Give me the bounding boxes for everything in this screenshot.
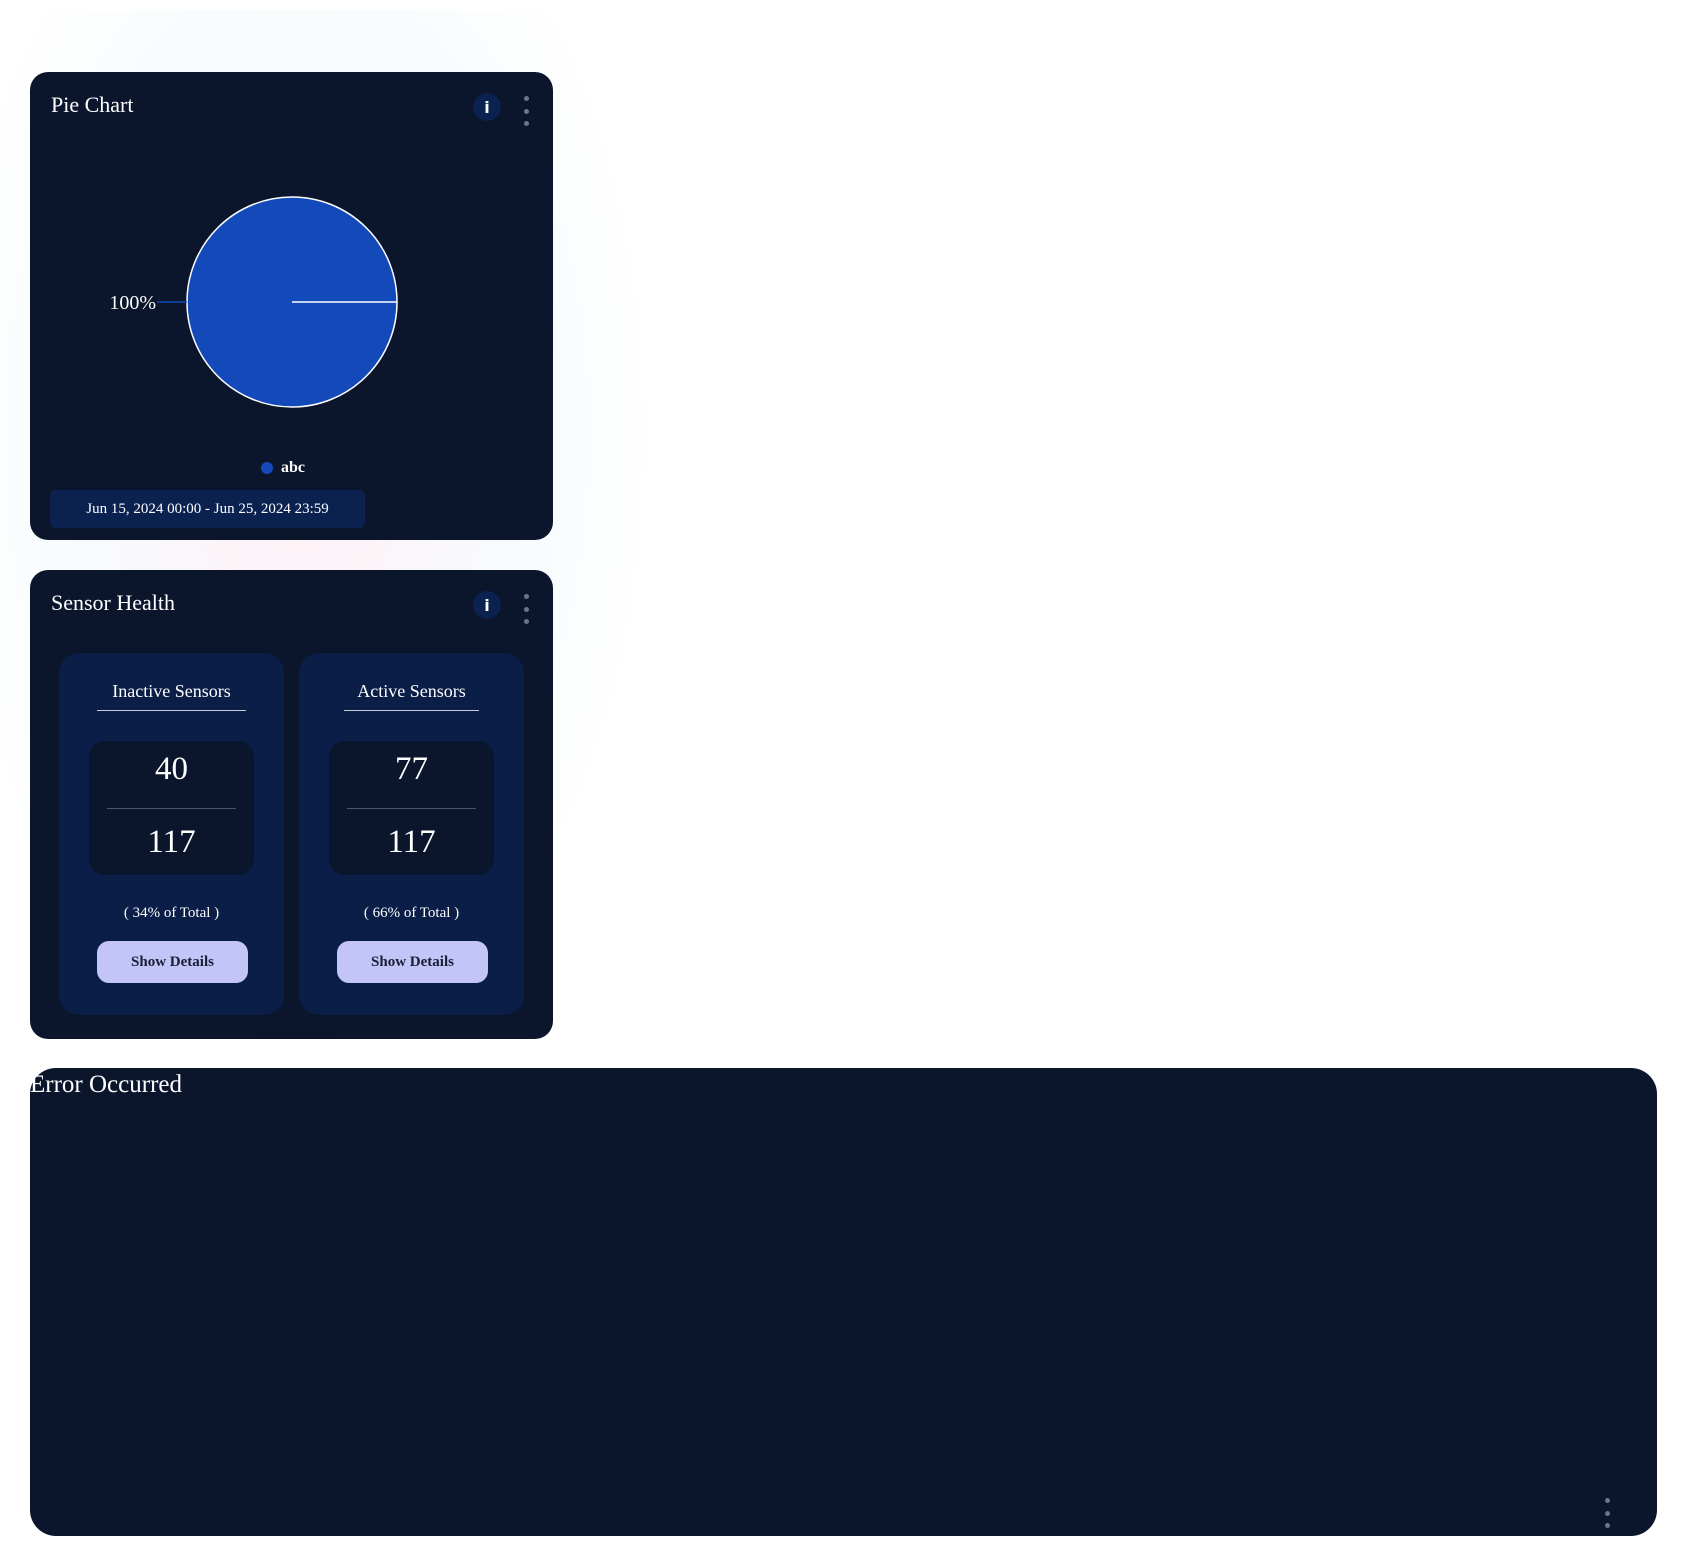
sensor-total: 117: [147, 824, 196, 860]
error-card: Error Occurred: [30, 1068, 1657, 1536]
fraction-divider: [347, 808, 476, 809]
inactive-sensors-panel: Inactive Sensors 40 117 ( 34% of Total )…: [59, 653, 284, 1015]
count-box: 40 117: [89, 741, 254, 875]
pie-chart: 100%: [109, 196, 398, 408]
pie-chart-card: Pie Chart i 100% abc Jun 15, 2024 00:00 …: [30, 72, 553, 540]
pie-data-label: 100%: [109, 292, 156, 314]
panel-title: Inactive Sensors: [112, 681, 231, 701]
sensor-health-card: Sensor Health i Inactive Sensors 40 117 …: [30, 570, 553, 1039]
show-details-button[interactable]: Show Details: [337, 941, 488, 983]
sensor-count: 40: [155, 751, 188, 787]
card-title: Sensor Health: [51, 590, 176, 615]
active-sensors-panel: Active Sensors 77 117 ( 66% of Total ) S…: [299, 653, 524, 1015]
panel-title-underline: [97, 710, 246, 711]
sensor-count: 77: [395, 751, 428, 787]
fraction-divider: [107, 808, 236, 809]
legend-label: abc: [281, 459, 305, 476]
kebab-menu-icon[interactable]: [1602, 1498, 1612, 1528]
kebab-menu-icon[interactable]: [521, 594, 531, 624]
date-range: Jun 15, 2024 00:00 - Jun 25, 2024 23:59: [50, 490, 365, 528]
legend-swatch: [261, 462, 273, 474]
count-box: 77 117: [329, 741, 494, 875]
show-details-button[interactable]: Show Details: [97, 941, 248, 983]
error-message: Error Occurred: [30, 1071, 182, 1098]
panel-title-underline: [344, 710, 479, 711]
percent-of-total: ( 34% of Total ): [123, 905, 220, 921]
percent-of-total: ( 66% of Total ): [363, 905, 460, 921]
info-icon[interactable]: i: [473, 591, 501, 619]
panel-title: Active Sensors: [357, 681, 466, 701]
chart-legend[interactable]: abc: [261, 459, 305, 477]
sensor-total: 117: [387, 824, 436, 860]
